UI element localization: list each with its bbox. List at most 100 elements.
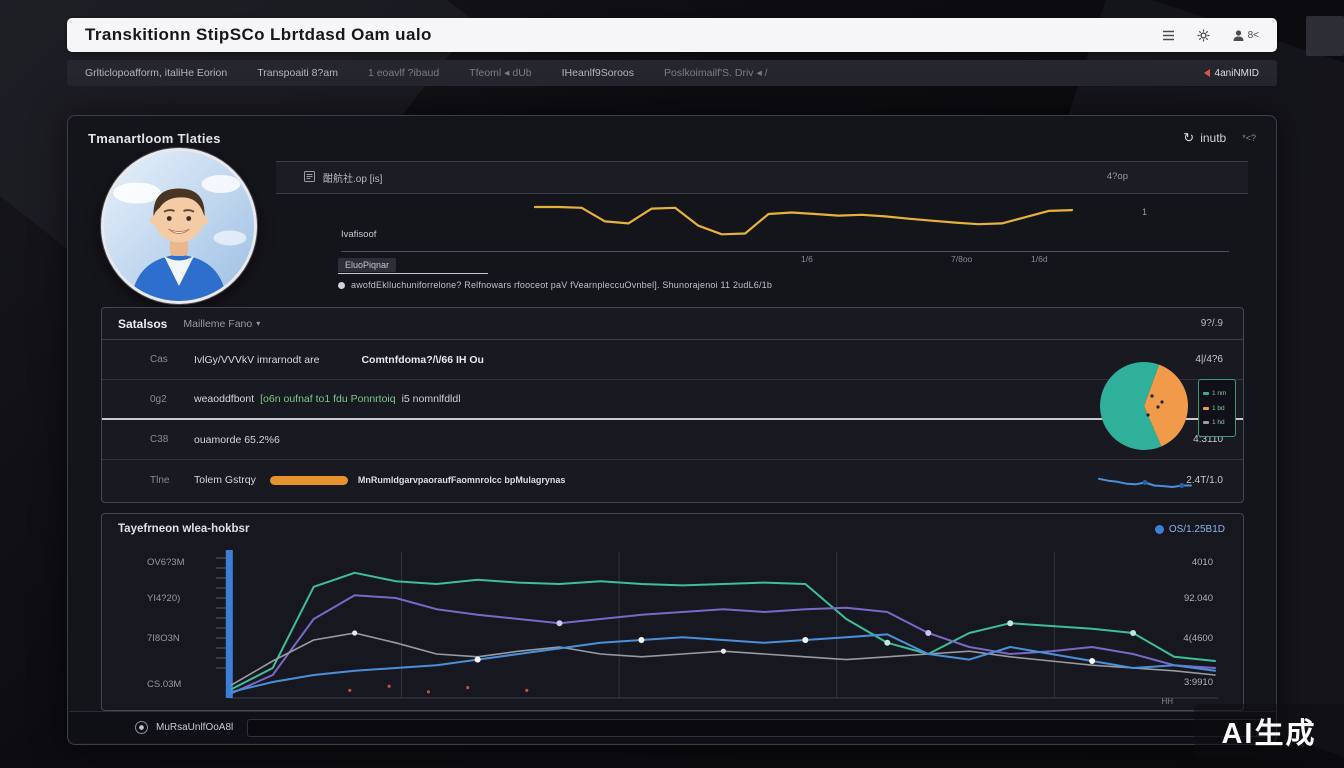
chevron-down-icon: ▾ <box>256 319 260 328</box>
stats-header-value: 9?/.9 <box>1201 318 1223 329</box>
row-text: ouamorde 65.2%6 <box>194 434 280 446</box>
stats-row[interactable]: 0g2 weaoddfbont [o6n oufnaf to1 fdu Ponn… <box>102 380 1243 420</box>
hero-meta-text: 酣航社.op [is] <box>323 170 382 185</box>
row-text: weaoddfbont <box>194 393 254 405</box>
row-key: 0g2 <box>150 394 194 405</box>
row-text-tail: i5 nomnlfdldl <box>402 393 461 405</box>
chip-underline <box>338 273 488 274</box>
stats-row[interactable]: C38 ouamorde 65.2%6 4:3110 <box>102 420 1243 460</box>
hero-legend-text: awofdEklluchuniforrelone? Relfnowars rfo… <box>351 280 772 290</box>
status-pie-chart <box>1098 360 1190 452</box>
settings-icon[interactable] <box>1197 29 1210 42</box>
nav-item[interactable]: Grlticlopoafform, italiHe Eorion <box>85 67 227 79</box>
row-value: 4|/4?6 <box>1195 354 1223 365</box>
hero-series-label: Ivafisoof <box>341 229 376 240</box>
globe-icon <box>1155 525 1164 534</box>
y-axis-right-label: 92.040 <box>1184 593 1213 604</box>
watermark: AI生成 <box>1194 704 1344 758</box>
avatar <box>101 148 257 304</box>
footer-field[interactable] <box>247 719 1267 737</box>
app-header: Transkitionn StipSCo Lbrtdasd Oam ualo 8… <box>67 18 1277 52</box>
timeseries-chart-area: OV6?3M YI4?20) 7I8O3N CS.03M 4010 92.040… <box>110 546 1235 708</box>
legend-swatch <box>1203 407 1209 410</box>
row-key: C38 <box>150 434 194 445</box>
hero-meta-row: 酣航社.op [is] <box>276 161 1248 194</box>
nav-item[interactable]: Transpoaiti 8?am <box>257 67 338 79</box>
app-title: Transkitionn StipSCo Lbrtdasd Oam ualo <box>85 25 432 45</box>
stats-header: Satalsos Mailleme Fano ▾ 9?/.9 <box>102 308 1243 340</box>
timeseries-chart <box>110 546 1235 708</box>
nav-item[interactable]: Poslkoimailf'S. Driv ◂ / <box>664 67 768 79</box>
hero-meta-value: 4?op <box>1107 171 1128 182</box>
axis-bar <box>226 550 233 698</box>
background-patch <box>1306 16 1344 56</box>
stats-subtitle: Mailleme Fano <box>183 318 252 330</box>
stats-title: Satalsos <box>118 317 167 331</box>
y-axis-label: YI4?20) <box>147 593 180 604</box>
desktop-background: Transkitionn StipSCo Lbrtdasd Oam ualo 8… <box>0 0 1344 768</box>
refresh-button[interactable]: ↻ inutb *<? <box>1183 130 1256 146</box>
row-key: Tlne <box>150 475 194 486</box>
timeseries-title: Tayefrneon wlea-hokbsr <box>118 523 249 535</box>
y-axis-label: OV6?3M <box>147 557 185 568</box>
menu-icon[interactable] <box>1162 30 1175 41</box>
pie-legend-entry: 1 bd <box>1203 405 1231 412</box>
stats-row[interactable]: Tlne Tolem Gstrqy MnRumldgarvpaoraufFaom… <box>102 460 1243 500</box>
hero-stray-value: 1 <box>1142 207 1147 217</box>
hero-axis-line <box>341 251 1229 252</box>
y-axis-right-label: 4(4600 <box>1183 633 1213 644</box>
main-nav: Grlticlopoafform, italiHe Eorion Transpo… <box>67 60 1277 86</box>
corner-label: HH <box>1161 697 1173 706</box>
axis-tick-label: 1/6d <box>1031 254 1048 264</box>
alert-triangle-icon <box>1204 69 1210 77</box>
panel-title: Tmanartloom Tlaties <box>88 131 221 146</box>
record-icon[interactable] <box>135 721 148 734</box>
y-axis-right-label: 3:9910 <box>1184 677 1213 688</box>
legend-swatch <box>1203 421 1209 424</box>
footer-label: MuRsaUnlfOoA8l <box>156 722 233 733</box>
row-text: Tolem Gstrqy <box>194 474 256 486</box>
timeseries-header-link[interactable]: OS/1.25B1D <box>1155 524 1225 535</box>
y-axis-label: CS.03M <box>147 679 181 690</box>
nav-item[interactable]: IHeanlf9Soroos <box>562 67 634 79</box>
dashboard-panel: Tmanartloom Tlaties ↻ inutb *<? <box>67 115 1277 745</box>
row-bar-text: MnRumldgarvpaoraufFaomnrolcc bpMulagryna… <box>358 475 566 485</box>
hero-trend-chart <box>531 196 1076 244</box>
timeseries-header-value: OS/1.25B1D <box>1169 524 1225 535</box>
avatar-illustration <box>104 151 254 301</box>
nav-item[interactable]: 1 eoavlf ?ibaud <box>368 67 439 79</box>
refresh-label: inutb <box>1200 131 1226 145</box>
row-text-green: [o6n oufnaf to1 fdu Ponnrtoiq <box>260 393 395 405</box>
row-key: Cas <box>150 354 194 365</box>
pie-legend: 1 nm 1 bd 1 hd <box>1198 379 1236 437</box>
row-text: IvlGy/VVVkV imrarnodt are <box>194 354 319 366</box>
nav-alert-label: 4aniNMID <box>1215 68 1259 79</box>
timeseries-card: Tayefrneon wlea-hokbsr OS/1.25B1D OV6?3M <box>101 513 1244 711</box>
panel-footer: MuRsaUnlfOoA8l <box>69 711 1275 743</box>
hero-legend: awofdEklluchuniforrelone? Relfnowars rfo… <box>338 280 772 290</box>
refresh-hint: *<? <box>1242 133 1256 143</box>
stats-row[interactable]: Cas IvlGy/VVVkV imrarnodt are Comtnfdoma… <box>102 340 1243 380</box>
list-icon <box>304 171 315 185</box>
y-axis-right-label: 4010 <box>1192 557 1213 568</box>
header-icons: 8< <box>1162 29 1259 42</box>
nav-alert[interactable]: 4aniNMID <box>1204 68 1259 79</box>
pie-legend-entry: 1 nm <box>1203 390 1231 397</box>
legend-dot-icon <box>338 282 345 289</box>
stats-filter-dropdown[interactable]: Mailleme Fano ▾ <box>183 318 260 330</box>
row-text-strong: Comtnfdoma?/\/66 IH Ou <box>361 354 484 366</box>
panel-header: Tmanartloom Tlaties ↻ inutb *<? <box>88 126 1256 150</box>
progress-bar <box>270 476 348 485</box>
nav-item[interactable]: Tfeoml ◂ dUb <box>469 67 531 79</box>
timeseries-header: Tayefrneon wlea-hokbsr OS/1.25B1D <box>102 514 1243 544</box>
stats-card: Satalsos Mailleme Fano ▾ 9?/.9 Cas IvlGy… <box>101 307 1244 503</box>
pie-legend-entry: 1 hd <box>1203 419 1231 426</box>
y-axis-label: 7I8O3N <box>147 633 180 644</box>
user-label: 8< <box>1248 30 1259 41</box>
axis-tick-label: 1/6 <box>801 254 813 264</box>
hero-chip[interactable]: EluoPiqnar <box>338 258 396 272</box>
legend-swatch <box>1203 392 1209 395</box>
user-icon[interactable]: 8< <box>1232 29 1259 42</box>
refresh-icon: ↻ <box>1183 130 1194 146</box>
axis-tick-label: 7/8oo <box>951 254 972 264</box>
